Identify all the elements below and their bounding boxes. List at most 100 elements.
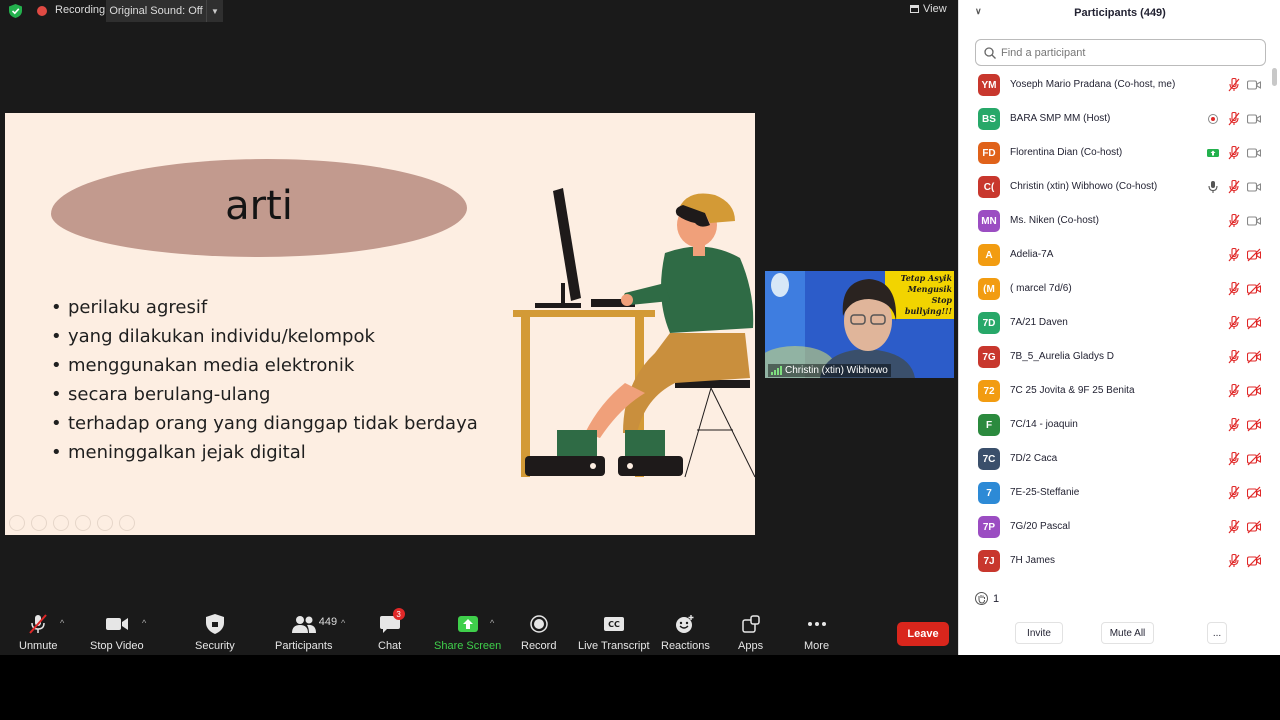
video-camera-icon[interactable] bbox=[1247, 146, 1261, 160]
mic-muted-icon[interactable] bbox=[1227, 146, 1241, 160]
participant-avatar: 7P bbox=[978, 516, 1000, 538]
slides-icon[interactable] bbox=[75, 515, 91, 531]
mic-muted-icon[interactable] bbox=[1227, 112, 1241, 126]
participant-row[interactable]: F 7C/14 - joaquin bbox=[959, 408, 1280, 442]
mic-muted-icon[interactable] bbox=[1227, 418, 1241, 432]
bullet-item: perilaku agresif bbox=[51, 296, 478, 325]
chat-bubble-icon: 3 bbox=[379, 608, 405, 635]
video-off-icon[interactable] bbox=[1247, 282, 1261, 296]
participant-name: 7B_5_Aurelia Gladys D bbox=[1010, 351, 1114, 362]
next-slide-icon[interactable] bbox=[31, 515, 47, 531]
participant-row[interactable]: 7 7E-25-Steffanie bbox=[959, 476, 1280, 510]
participant-row[interactable]: YM Yoseph Mario Pradana (Co-host, me) bbox=[959, 68, 1280, 102]
mic-muted-icon[interactable] bbox=[1227, 248, 1241, 262]
search-input[interactable] bbox=[1001, 46, 1251, 59]
video-off-icon[interactable] bbox=[1247, 350, 1261, 364]
participant-name: Florentina Dian (Co-host) bbox=[1010, 147, 1123, 158]
pen-icon[interactable] bbox=[53, 515, 69, 531]
participant-row[interactable]: MN Ms. Niken (Co-host) bbox=[959, 204, 1280, 238]
apps-button[interactable]: Apps bbox=[738, 613, 763, 652]
participant-row[interactable]: C(Christin (xtin) Wibhowo (Co-host) bbox=[959, 170, 1280, 204]
mute-all-button[interactable]: Mute All bbox=[1101, 622, 1154, 644]
recording-dot-icon[interactable] bbox=[37, 6, 47, 16]
participant-row[interactable]: 7C 7D/2 Caca bbox=[959, 442, 1280, 476]
mic-muted-icon[interactable] bbox=[1227, 554, 1241, 568]
security-button[interactable]: Security bbox=[195, 613, 235, 652]
mic-muted-icon[interactable] bbox=[1227, 214, 1241, 228]
video-off-icon[interactable] bbox=[1247, 554, 1261, 568]
video-off-icon[interactable] bbox=[1247, 520, 1261, 534]
live-transcript-button[interactable]: CC Live Transcript bbox=[578, 613, 650, 652]
video-options-caret-icon[interactable]: ^ bbox=[142, 618, 146, 628]
recording-indicator-icon[interactable] bbox=[1206, 112, 1220, 126]
participants-options-caret-icon[interactable]: ^ bbox=[341, 618, 345, 628]
original-sound-button[interactable]: Original Sound: Off bbox=[106, 0, 206, 22]
more-dots-icon bbox=[807, 613, 827, 635]
sharing-screen-icon[interactable] bbox=[1206, 146, 1220, 160]
participant-search[interactable] bbox=[975, 39, 1266, 66]
more-options-button[interactable]: ... bbox=[1207, 622, 1227, 644]
video-off-icon[interactable] bbox=[1247, 452, 1261, 466]
mic-muted-icon[interactable] bbox=[1227, 180, 1241, 194]
zoom-icon[interactable] bbox=[97, 515, 113, 531]
more-button[interactable]: More bbox=[804, 613, 829, 652]
video-off-icon[interactable] bbox=[1247, 486, 1261, 500]
video-camera-icon[interactable] bbox=[1247, 78, 1261, 92]
security-shield-icon bbox=[205, 613, 224, 635]
video-off-icon[interactable] bbox=[1247, 316, 1261, 330]
record-icon bbox=[529, 613, 548, 635]
video-camera-icon[interactable] bbox=[1247, 180, 1261, 194]
participant-row[interactable]: 72 7C 25 Jovita & 9F 25 Benita bbox=[959, 374, 1280, 408]
participants-button[interactable]: 449 Participants bbox=[275, 613, 337, 652]
previous-slide-icon[interactable] bbox=[9, 515, 25, 531]
participant-row[interactable]: (M ( marcel 7d/6) bbox=[959, 272, 1280, 306]
mic-muted-icon[interactable] bbox=[1227, 316, 1241, 330]
reactions-button[interactable]: Reactions bbox=[661, 613, 710, 652]
more-options-icon[interactable] bbox=[119, 515, 135, 531]
chat-button[interactable]: 3 Chat bbox=[378, 608, 405, 652]
participant-row[interactable]: 7G 7B_5_Aurelia Gladys D bbox=[959, 340, 1280, 374]
participant-name: Ms. Niken (Co-host) bbox=[1010, 215, 1099, 226]
participant-row[interactable]: 7P 7G/20 Pascal bbox=[959, 510, 1280, 544]
apps-label: Apps bbox=[738, 640, 764, 652]
video-camera-icon bbox=[105, 613, 129, 635]
mic-muted-icon[interactable] bbox=[1227, 486, 1241, 500]
security-shield-icon[interactable] bbox=[9, 4, 22, 18]
participant-avatar: F bbox=[978, 414, 1000, 436]
live-transcript-label: Live Transcript bbox=[578, 640, 650, 652]
video-off-icon[interactable] bbox=[1247, 384, 1261, 398]
video-camera-icon[interactable] bbox=[1247, 112, 1261, 126]
mic-muted-icon[interactable] bbox=[1227, 452, 1241, 466]
mic-muted-icon[interactable] bbox=[1227, 384, 1241, 398]
person-at-computer-illustration bbox=[513, 188, 755, 478]
original-sound-caret-icon[interactable]: ▼ bbox=[206, 0, 223, 22]
participant-list-scrollbar[interactable] bbox=[1272, 68, 1277, 86]
mic-muted-icon[interactable] bbox=[1227, 78, 1241, 92]
raised-hands-summary[interactable]: 1 bbox=[975, 592, 999, 605]
participant-row[interactable]: 7D 7A/21 Daven bbox=[959, 306, 1280, 340]
bullet-item: secara berulang-ulang bbox=[51, 383, 478, 412]
mic-muted-icon[interactable] bbox=[1227, 520, 1241, 534]
video-off-icon[interactable] bbox=[1247, 418, 1261, 432]
mic-muted-icon[interactable] bbox=[1227, 350, 1241, 364]
record-button[interactable]: Record bbox=[521, 613, 556, 652]
video-camera-icon[interactable] bbox=[1247, 214, 1261, 228]
leave-button[interactable]: Leave bbox=[897, 622, 949, 646]
share-options-caret-icon[interactable]: ^ bbox=[490, 618, 494, 628]
participant-row[interactable]: FD Florentina Dian (Co-host) bbox=[959, 136, 1280, 170]
participant-row[interactable]: 7J 7H James bbox=[959, 544, 1280, 578]
mic-muted-icon[interactable] bbox=[1227, 282, 1241, 296]
view-button[interactable]: View bbox=[910, 3, 947, 15]
invite-button[interactable]: Invite bbox=[1015, 622, 1063, 644]
stop-video-button[interactable]: Stop Video bbox=[90, 613, 144, 652]
audio-options-caret-icon[interactable]: ^ bbox=[60, 618, 64, 628]
video-tile[interactable]: Tetap Asyik Mengusik Stop bullying!!! Ch… bbox=[765, 271, 954, 378]
participant-row[interactable]: BS BARA SMP MM (Host) bbox=[959, 102, 1280, 136]
participant-row[interactable]: A Adelia-7A bbox=[959, 238, 1280, 272]
microphone-icon[interactable] bbox=[1206, 180, 1220, 194]
recording-label[interactable]: Recording bbox=[55, 4, 105, 16]
collapse-chevron-icon[interactable]: ∨ bbox=[975, 6, 982, 17]
video-off-icon[interactable] bbox=[1247, 248, 1261, 262]
banner-line: Tetap Asyik bbox=[900, 273, 952, 283]
unmute-button[interactable]: Unmute bbox=[19, 613, 58, 652]
